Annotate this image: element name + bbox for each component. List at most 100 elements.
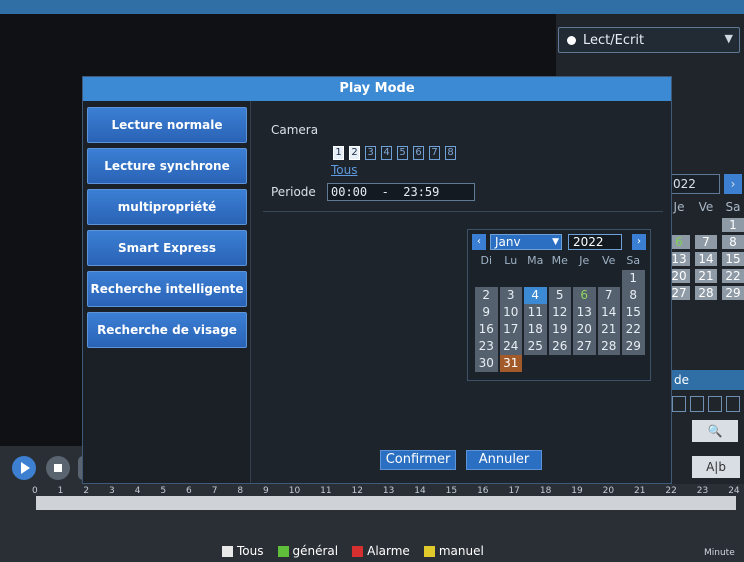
calendar-day[interactable]: 23 [475,338,498,355]
calendar-day [548,355,573,372]
legend-item[interactable]: manuel [423,544,484,558]
bg-mode-header: de [668,370,744,390]
camera-checkbox-4[interactable]: 4 [381,146,392,160]
legend-item[interactable]: général [277,544,338,558]
calendar-day[interactable]: 21 [597,321,620,338]
calendar-day [499,270,524,287]
lect-ecrit-label: Lect/Ecrit [583,32,645,48]
cancel-button[interactable]: Annuler [466,450,542,470]
dialog-main: Camera 12345678 Tous Periode 00:00 - 23:… [251,101,671,483]
bg-calendar-day: 7 [695,235,717,249]
chevron-down-icon: ▼ [724,32,733,45]
calendar-day[interactable]: 2 [475,287,498,304]
bg-ab-button[interactable]: A|b [692,456,740,478]
camera-checkbox-7[interactable]: 7 [429,146,440,160]
period-input[interactable]: 00:00 - 23:59 [327,183,475,201]
calendar-day[interactable]: 5 [548,287,571,304]
timeline[interactable]: 0 1 2 3 4 5 6 7 8 9 10 11 12 13 14 15 16 17 18 19 20 21 22 23 24 [32,486,740,514]
checkbox-icon[interactable] [222,545,233,557]
calendar-day[interactable]: 16 [475,321,498,338]
sidebar-item-lecture-synchrone[interactable]: Lecture synchrone [87,148,247,184]
calendar-day[interactable]: 29 [622,338,645,355]
checkbox-icon[interactable] [277,545,289,557]
prev-month-icon[interactable]: ‹ [472,234,486,250]
calendar-day[interactable]: 3 [499,287,522,304]
bg-calendar-week: 20 21 22 [668,269,744,283]
calendar-day[interactable]: 8 [622,287,645,304]
bg-calendar-week: 678 [668,235,744,249]
background-calendar: 022 › Je Ve Sa 1 6 7 8 13 14 15 20 21 22 27 28 29 [668,174,744,324]
timeline-bar[interactable] [36,496,736,510]
confirm-button[interactable]: Confirmer [380,450,456,470]
legend-item[interactable]: Tous [222,544,264,558]
checkbox-icon[interactable] [352,545,364,557]
calendar-week: 1 [474,270,646,287]
calendar-day[interactable]: 9 [475,304,498,321]
camera-checkbox-5[interactable]: 5 [397,146,408,160]
sidebar-item-lecture-normale[interactable]: Lecture normale [87,107,247,143]
calendar-day[interactable]: 30 [475,355,498,372]
calendar-day[interactable]: 25 [524,338,547,355]
search-button[interactable]: 🔍 [692,420,738,442]
calendar-day[interactable]: 6 [573,287,596,304]
calendar-day[interactable]: 31 [499,355,522,372]
camera-checkbox-2[interactable]: 2 [349,146,360,160]
bg-calendar-day: 8 [722,235,744,249]
calendar-day[interactable]: 19 [548,321,571,338]
sidebar-item-recherche-de-visage[interactable]: Recherche de visage [87,312,247,348]
weekday-label: Di [480,254,493,267]
calendar-day[interactable]: 26 [548,338,571,355]
calendar-day[interactable]: 11 [524,304,547,321]
bg-calendar-day: 14 [695,252,717,266]
year-input[interactable]: 2022 [568,234,622,250]
calendar-week: 16 17 18 19 20 21 22 [474,321,646,338]
calendar-day[interactable]: 7 [597,287,620,304]
month-select[interactable]: Janv ▼ [490,234,562,250]
calendar-day[interactable]: 10 [499,304,522,321]
legend-item[interactable]: Alarme [352,544,410,558]
sidebar-item-smart-express[interactable]: Smart Express [87,230,247,266]
lect-ecrit-select[interactable]: Lect/Ecrit ▼ [558,27,740,53]
calendar-day[interactable]: 15 [622,304,645,321]
calendar-day [523,270,548,287]
calendar-day[interactable]: 20 [573,321,596,338]
calendar-day[interactable]: 18 [524,321,547,338]
calendar-day [572,355,597,372]
calendar-day[interactable]: 27 [573,338,596,355]
sidebar-item-multipropriete[interactable]: multipropriété [87,189,247,225]
calendar-day[interactable]: 12 [548,304,571,321]
calendar-week: 30 31 [474,355,646,372]
calendar-day[interactable]: 22 [622,321,645,338]
calendar-week: 23 24 25 26 27 28 29 [474,338,646,355]
dialog-sidebar: Lecture normale Lecture synchrone multip… [83,101,251,483]
weekday-label: Lu [504,254,518,267]
calendar-day[interactable]: 1 [622,270,645,287]
bg-calendar-week: 27 28 29 [668,286,744,300]
camera-checkbox-8[interactable]: 8 [445,146,456,160]
weekday-label: Ve [602,254,616,267]
bg-calendar-week: 13 14 15 [668,252,744,266]
calendar-day[interactable]: 4 [524,287,547,304]
calendar-day[interactable]: 14 [597,304,620,321]
radio-dot-icon [567,35,576,45]
calendar-day [523,355,548,372]
weekday-label: Ma [527,254,544,267]
next-month-icon[interactable]: › [632,234,646,250]
camera-checkbox-3[interactable]: 3 [365,146,376,160]
all-cameras-link[interactable]: Tous [331,163,358,177]
bg-calendar-day: 21 [695,269,717,283]
checkbox-icon[interactable] [423,545,435,557]
sidebar-item-recherche-intelligente[interactable]: Recherche intelligente [87,271,247,307]
camera-checkbox-1[interactable]: 1 [333,146,344,160]
calendar-day[interactable]: 28 [597,338,620,355]
legend-label: manuel [438,544,484,558]
bg-calendar-day: 28 [695,286,717,300]
calendar-day[interactable]: 17 [499,321,522,338]
play-icon[interactable] [12,456,36,480]
stop-icon[interactable] [46,456,70,480]
calendar-day[interactable]: 13 [573,304,596,321]
camera-checkbox-6[interactable]: 6 [413,146,424,160]
calendar-day[interactable]: 24 [499,338,522,355]
next-month-icon[interactable]: › [724,174,742,194]
weekday-header: Di Lu Ma Me Je Ve Sa [474,254,646,267]
